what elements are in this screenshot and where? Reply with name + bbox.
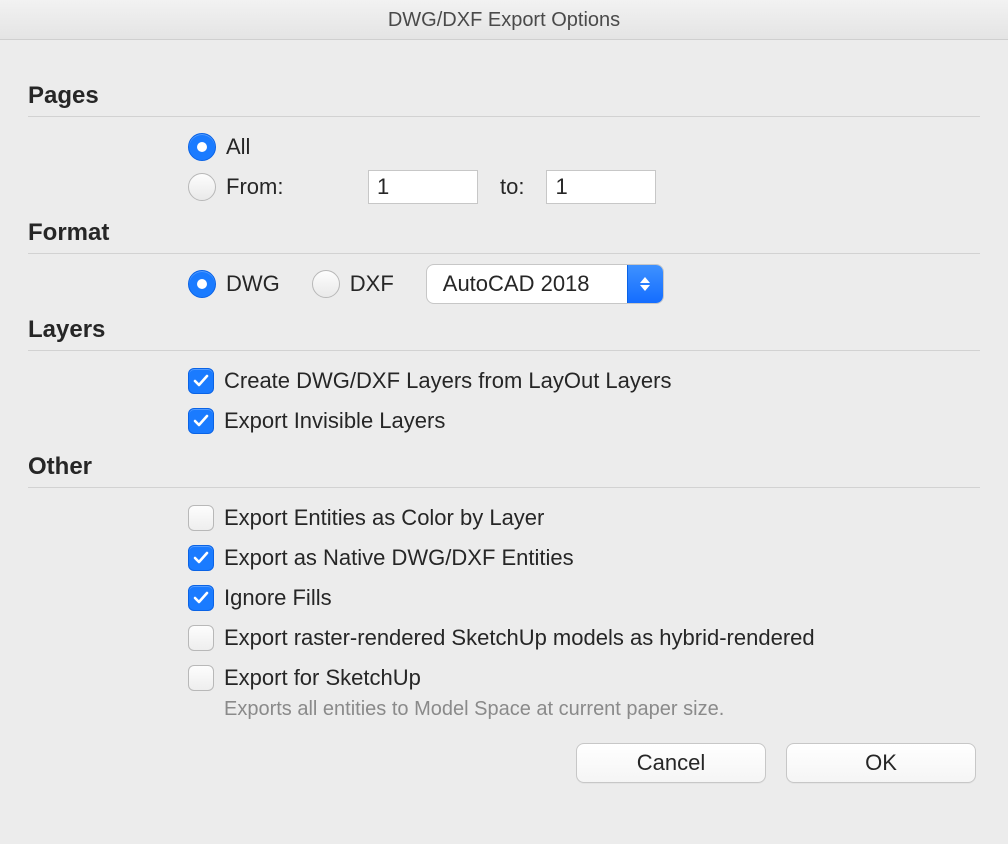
ok-button[interactable]: OK (786, 743, 976, 783)
other-ignorefills-checkbox[interactable] (188, 585, 214, 611)
other-colorbylayer-checkbox[interactable] (188, 505, 214, 531)
other-colorbylayer-label: Export Entities as Color by Layer (224, 505, 544, 531)
section-other-title: Other (28, 441, 980, 488)
window-title: DWG/DXF Export Options (0, 0, 1008, 40)
section-layers-title: Layers (28, 304, 980, 351)
layers-invisible-label: Export Invisible Layers (224, 408, 445, 434)
pages-to-label: to: (488, 174, 536, 200)
other-rasterhybrid-checkbox[interactable] (188, 625, 214, 651)
select-stepper-icon (627, 265, 663, 303)
pages-from-input[interactable] (368, 170, 478, 204)
cancel-button[interactable]: Cancel (576, 743, 766, 783)
layers-create-checkbox[interactable] (188, 368, 214, 394)
dialog-content: Pages All From: to: Format DWG DXF AutoC… (0, 40, 1008, 807)
layers-create-label: Create DWG/DXF Layers from LayOut Layers (224, 368, 671, 394)
format-version-select[interactable]: AutoCAD 2018 (426, 264, 664, 304)
format-version-value: AutoCAD 2018 (427, 271, 627, 297)
other-exportsketchup-checkbox[interactable] (188, 665, 214, 691)
format-dxf-label: DXF (350, 271, 394, 297)
layers-invisible-checkbox[interactable] (188, 408, 214, 434)
format-dwg-radio[interactable] (188, 270, 216, 298)
pages-to-input[interactable] (546, 170, 656, 204)
other-ignorefills-label: Ignore Fills (224, 585, 332, 611)
pages-all-radio[interactable] (188, 133, 216, 161)
format-dwg-label: DWG (226, 271, 280, 297)
pages-from-label: From: (226, 174, 336, 200)
other-exportsketchup-label: Export for SketchUp (224, 665, 421, 691)
other-exportsketchup-hint: Exports all entities to Model Space at c… (188, 698, 980, 721)
pages-all-label: All (226, 134, 250, 160)
format-dxf-radio[interactable] (312, 270, 340, 298)
other-native-label: Export as Native DWG/DXF Entities (224, 545, 574, 571)
other-rasterhybrid-label: Export raster-rendered SketchUp models a… (224, 625, 815, 651)
section-pages-title: Pages (28, 70, 980, 117)
section-format-title: Format (28, 207, 980, 254)
other-native-checkbox[interactable] (188, 545, 214, 571)
pages-from-radio[interactable] (188, 173, 216, 201)
